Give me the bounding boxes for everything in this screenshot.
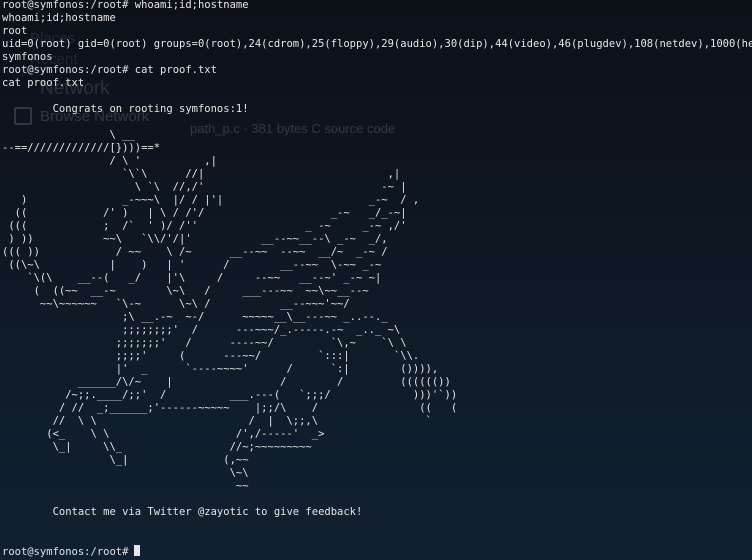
output-line: ) _-~~~\ |/ / |'| _-~ / ,: [2, 194, 420, 206]
output-line: `\`\ //| ,|: [2, 168, 401, 180]
output-line: uid=0(root) gid=0(root) groups=0(root),2…: [2, 38, 752, 50]
output-line: /~;;.____/;;' / ___.---( `;;;/ )))'`)): [2, 389, 458, 401]
terminal-window[interactable]: { "background_ghost": { "places_label": …: [0, 0, 752, 560]
output-line: Contact me via Twitter @zayotic to give …: [2, 506, 363, 518]
output-line: \ `\ //,/' -~ |: [2, 181, 407, 193]
output-line: ;;;;;;;' / ----~~/ `\,~ `\ \: [2, 337, 407, 349]
output-line: ((( )) / ~~ \ /~ __--~~ --~~ __/~ _-~ /: [2, 246, 388, 258]
output-line: ;\ __.-~ ~-/ ~~~~~__\__---~~ _..--._: [2, 311, 388, 323]
output-line: (( /' ) | \ / /'/ _-~ _/_-~|: [2, 207, 407, 219]
command-line: root@symfonos:/root# whoami;id;hostname: [2, 0, 752, 12]
output-line: --==/////////////[})))==*: [2, 142, 161, 154]
shell-prompt: root@symfonos:/root#: [2, 0, 129, 11]
output-line: symfonos: [2, 51, 53, 63]
output-line: \_| (,~~: [2, 454, 249, 466]
output-line: \~\: [2, 467, 249, 479]
shell-prompt: root@symfonos:/root#: [2, 64, 129, 76]
output-line: (<_ \ \ /',/-----' _>: [2, 428, 325, 440]
output-line: ( ((~~ __-~ \~\ / ___---~~ ~~\~~__--~: [2, 285, 369, 297]
output-line: cat proof.txt: [2, 77, 85, 89]
output-line: ) )) ~~\ `\\/'/|' __--~~__--\ _-~ _/,: [2, 233, 388, 245]
output-line: ~~\~~~~~~ `\-~ \~\ / __--~~~'~~/: [2, 298, 350, 310]
output-line: ______/\/~ | / / (((((()): [2, 376, 451, 388]
output-line: / \ ' ,|: [2, 155, 217, 167]
output-line: |' _ `----~~~~' / `:| ()))),: [2, 363, 439, 375]
output-line: ((\~\ | ) | ' / __--~~ \-~~ _-~: [2, 259, 382, 271]
output-line: ((( ; /` ' )/ /'' _ -~ _-~ ,/': [2, 220, 407, 232]
terminal-output[interactable]: root@symfonos:/root# whoami;id;hostname w…: [2, 0, 752, 558]
output-line: ;;;;' ( ---~~/ `:::| `\\.: [2, 350, 420, 362]
command-text: whoami;id;hostname: [134, 0, 249, 11]
output-line: ~~: [2, 480, 249, 492]
output-line: \_| \\_ //~;~~~~~~~~~: [2, 441, 312, 453]
command-line: root@symfonos:/root# cat proof.txt: [2, 64, 752, 77]
output-line: ;;;;;;;;' / ---~~~/_.-----.-~ _.._ ~\: [2, 324, 401, 336]
text-cursor[interactable]: [134, 545, 141, 556]
active-prompt-line: root@symfonos:/root#: [2, 545, 752, 558]
output-line: root: [2, 25, 28, 37]
output-line: whoami;id;hostname: [2, 12, 116, 24]
output-line: `\(\ __--( _/ |'\ / --~~ __--~' _-~ ~|: [2, 272, 382, 284]
shell-prompt: root@symfonos:/root#: [2, 546, 129, 558]
command-text: cat proof.txt: [134, 64, 217, 76]
output-line: \ __: [2, 129, 135, 141]
output-line: // \ \ / | \;;,\ `: [2, 415, 432, 427]
output-line: Congrats on rooting symfonos:1!: [2, 103, 249, 115]
output-line: / // _;______;'------~~~~~ |;;/\ / (( (: [2, 402, 458, 414]
